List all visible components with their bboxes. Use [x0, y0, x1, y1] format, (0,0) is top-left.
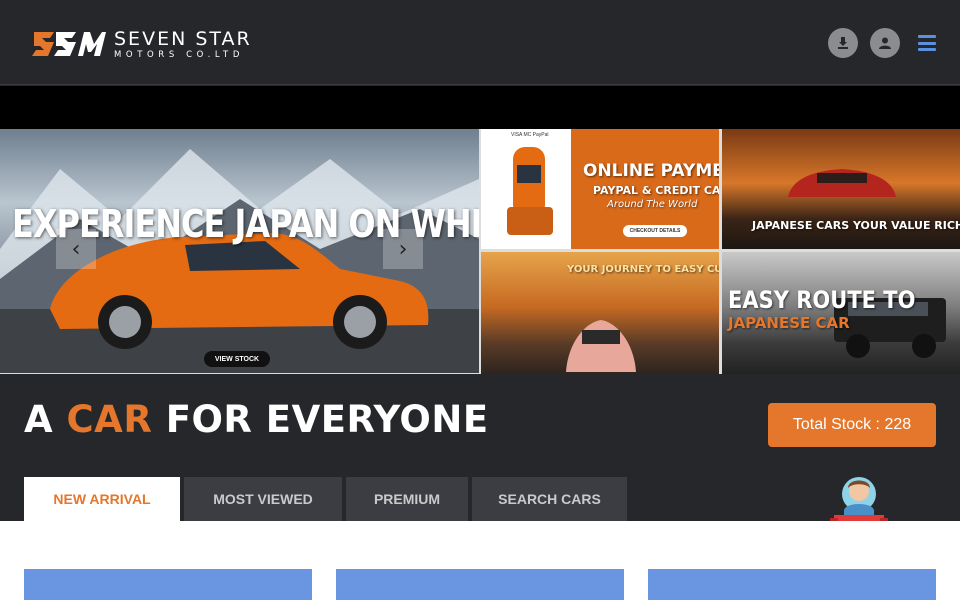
tab-most-viewed[interactable]: MOST VIEWED: [184, 477, 342, 521]
promo-tile-journey[interactable]: YOUR JOURNEY TO EASY CUSTOM: [481, 252, 719, 374]
tile-payments-line3: Around The World: [607, 199, 698, 210]
car-card[interactable]: [24, 569, 312, 600]
site-header: SEVEN STAR MOTORS CO.LTD: [0, 0, 960, 85]
view-stock-button[interactable]: VIEW STOCK: [204, 351, 270, 367]
promo-tile-payments[interactable]: VISA MC PayPal ONLINE PAYMENTS PAYPAL & …: [481, 129, 719, 249]
tab-search-cars[interactable]: SEARCH CARS: [472, 477, 627, 521]
promo-tile-value[interactable]: JAPANESE CARS YOUR VALUE RICH: [722, 129, 960, 249]
red-car-icon: [788, 169, 896, 197]
checkout-details-button[interactable]: CHECKOUT DETAILS: [623, 225, 687, 237]
car-card[interactable]: [336, 569, 624, 600]
promo-tile-route[interactable]: EASY ROUTE TO JAPANESE CAR: [722, 252, 960, 374]
page-headline: A CAR FOR EVERYONE: [24, 398, 489, 441]
car-top-icon: [507, 147, 553, 235]
tile-route-line1: EASY ROUTE TO: [728, 286, 916, 314]
chevron-right-icon: ›: [398, 236, 408, 262]
tile-payments-line1: ONLINE PAYMENTS: [583, 161, 719, 181]
menu-icon[interactable]: [918, 35, 936, 51]
user-icon: [879, 37, 891, 49]
brand-name: SEVEN STAR: [114, 27, 252, 50]
category-tabs: NEW ARRIVAL MOST VIEWED PREMIUM SEARCH C…: [24, 477, 627, 521]
hero-slide[interactable]: EXPERIENCE JAPAN ON WHEELS ‹ › VIEW STOC…: [0, 129, 479, 373]
hero-banner: EXPERIENCE JAPAN ON WHEELS ‹ › VIEW STOC…: [0, 129, 960, 374]
payment-cards: VISA MC PayPal: [511, 132, 549, 138]
download-icon: [838, 37, 848, 49]
download-button[interactable]: [828, 28, 858, 58]
sports-car-icon: [566, 320, 636, 372]
headline-part2: FOR EVERYONE: [152, 398, 489, 441]
prev-slide-button[interactable]: ‹: [56, 229, 96, 269]
tile-value-title: JAPANESE CARS YOUR VALUE RICH: [752, 219, 960, 232]
tile-journey-title: YOUR JOURNEY TO EASY CUSTOM: [567, 264, 719, 275]
top-bar: [0, 86, 960, 129]
tile-route-line2: JAPANESE CAR: [728, 314, 850, 332]
total-stock-button[interactable]: Total Stock : 228: [768, 403, 936, 447]
headline-accent: CAR: [66, 398, 153, 441]
chevron-left-icon: ‹: [71, 236, 81, 262]
account-button[interactable]: [870, 28, 900, 58]
tab-premium[interactable]: PREMIUM: [346, 477, 468, 521]
support-agent-icon[interactable]: [828, 474, 890, 528]
tab-new-arrival[interactable]: NEW ARRIVAL: [24, 477, 180, 521]
car-card[interactable]: [648, 569, 936, 600]
headline-part1: A: [24, 398, 67, 441]
next-slide-button[interactable]: ›: [383, 229, 423, 269]
tile-payments-line2: PAYPAL & CREDIT CARD: [593, 184, 719, 197]
brand-logo[interactable]: SEVEN STAR MOTORS CO.LTD: [32, 28, 252, 60]
logo-mark-icon: [32, 32, 106, 56]
brand-subtitle: MOTORS CO.LTD: [114, 49, 244, 60]
